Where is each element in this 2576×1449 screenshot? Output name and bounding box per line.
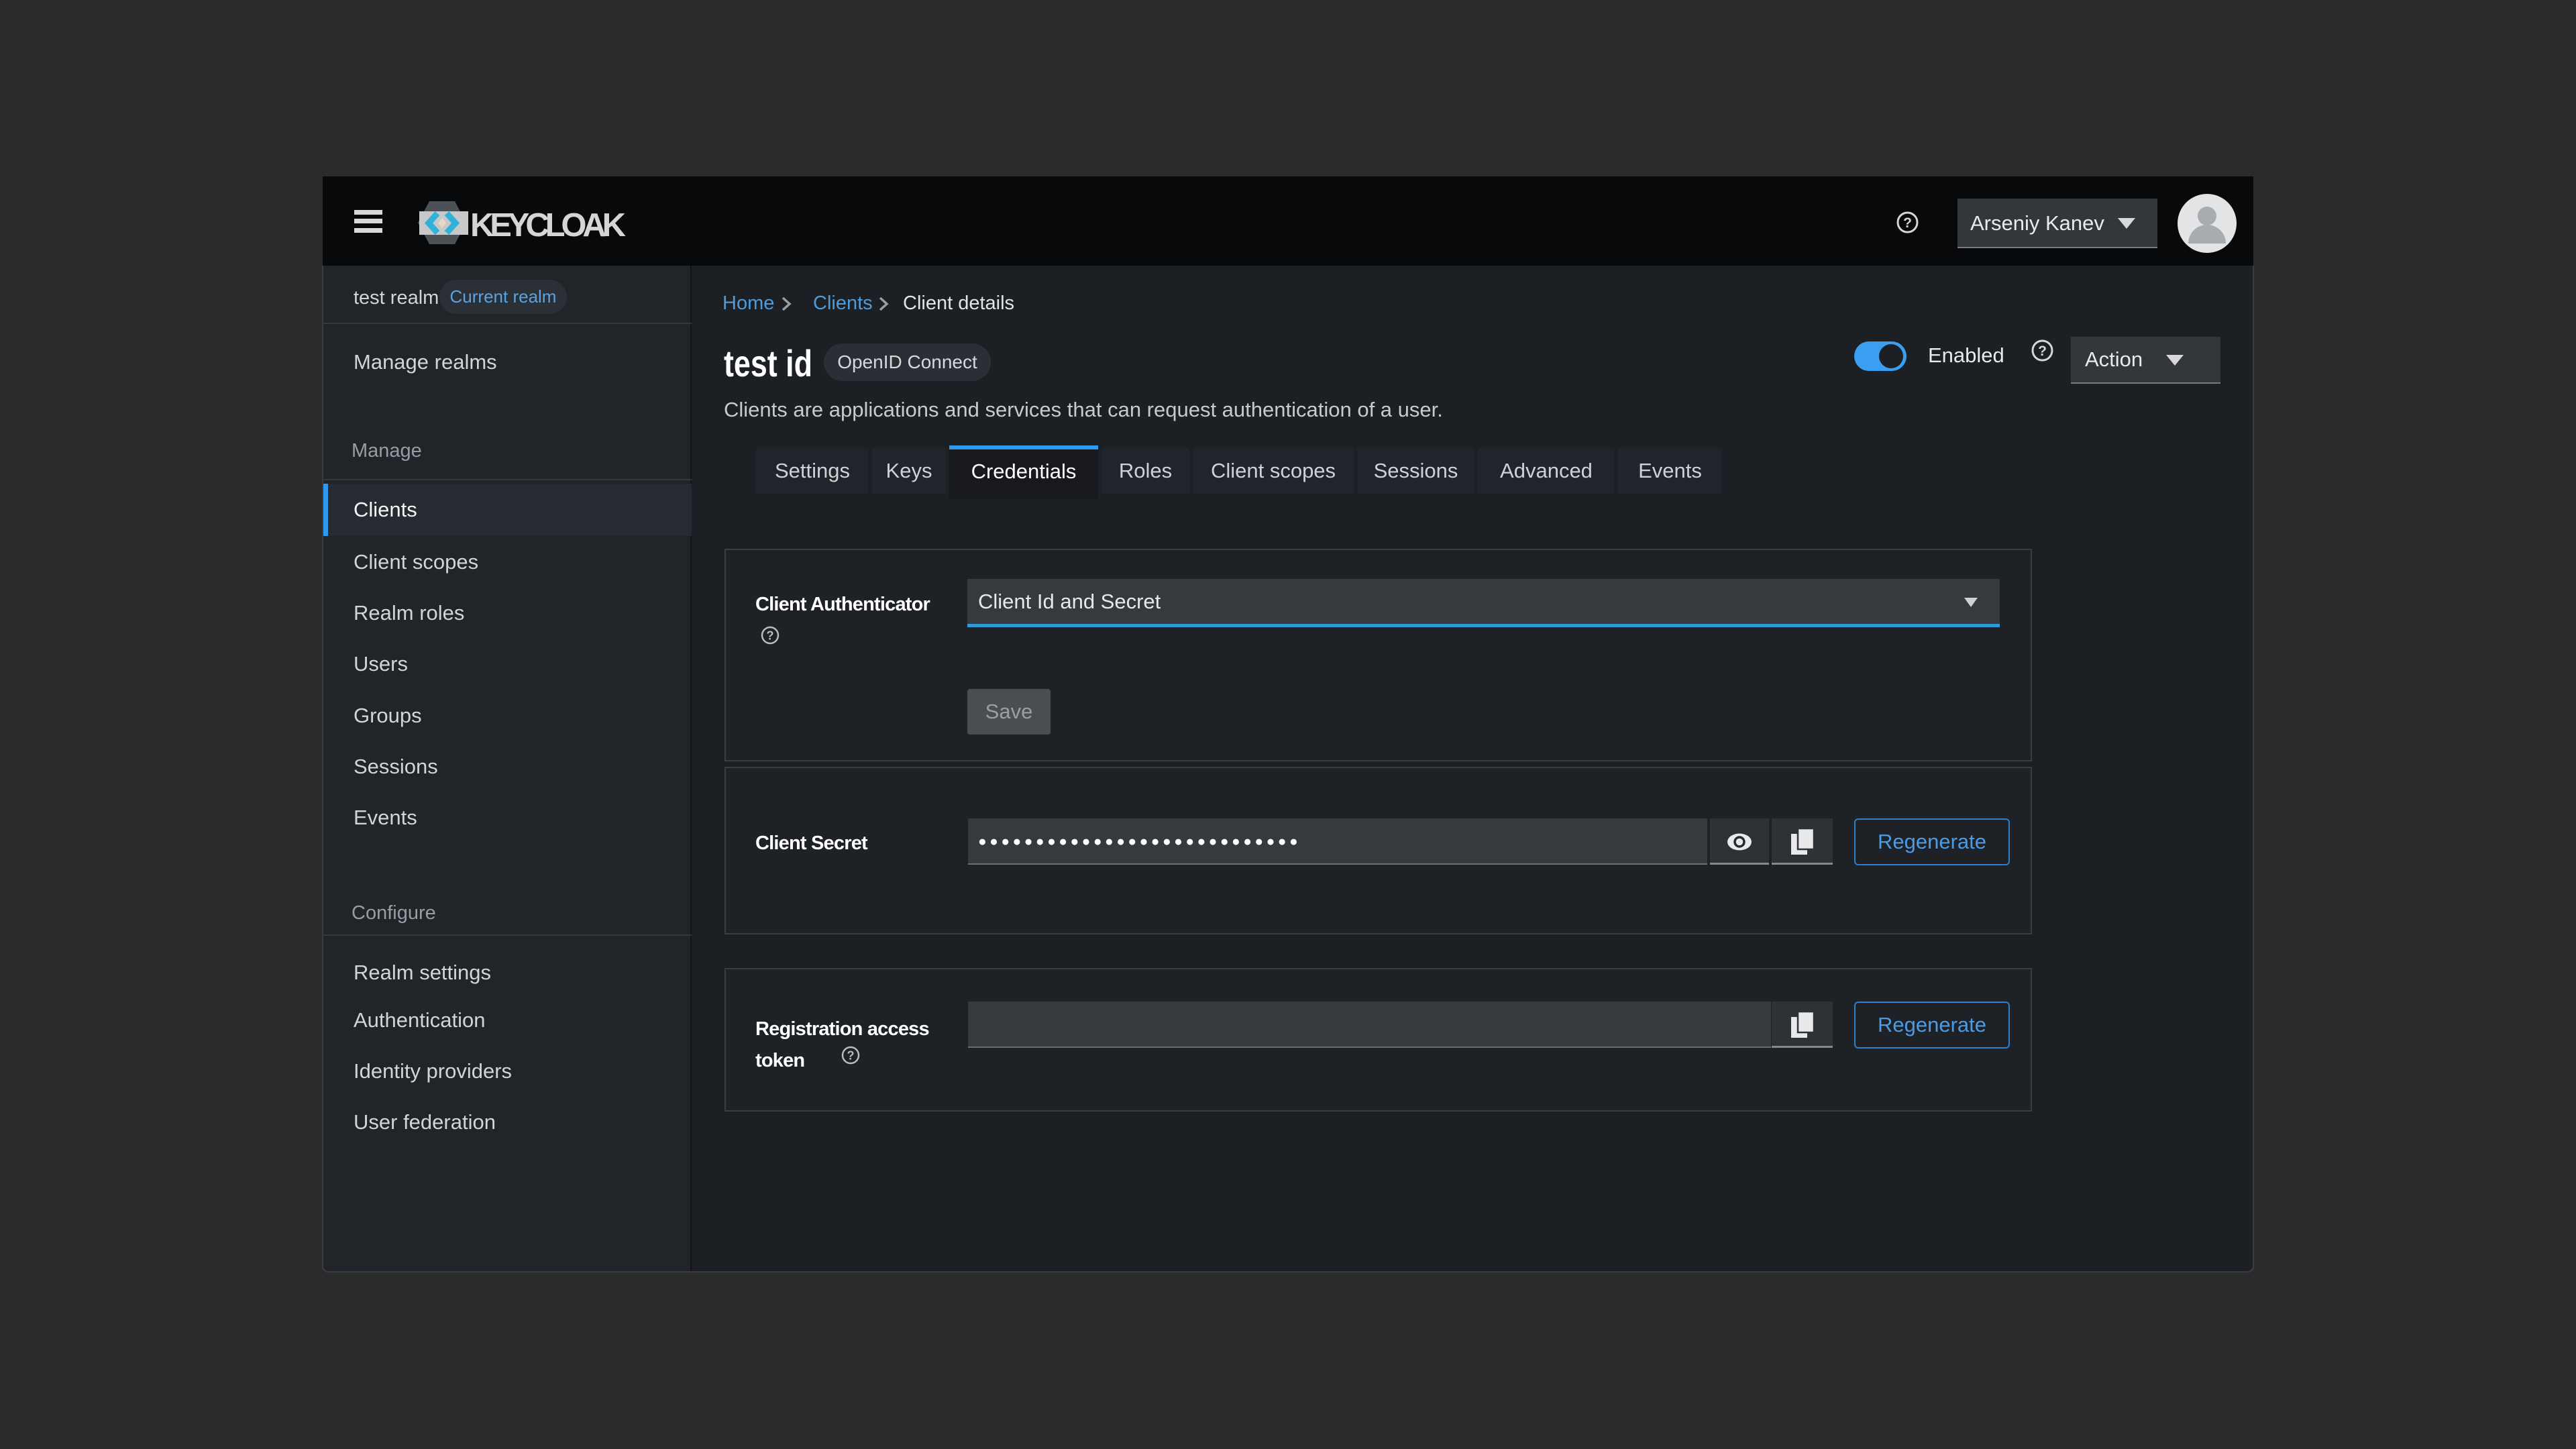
- svg-text:?: ?: [847, 1049, 855, 1063]
- svg-text:?: ?: [2038, 343, 2047, 359]
- svg-text:KEYCLOAK: KEYCLOAK: [470, 207, 626, 244]
- svg-text:?: ?: [767, 629, 774, 643]
- svg-text:?: ?: [1903, 215, 1912, 231]
